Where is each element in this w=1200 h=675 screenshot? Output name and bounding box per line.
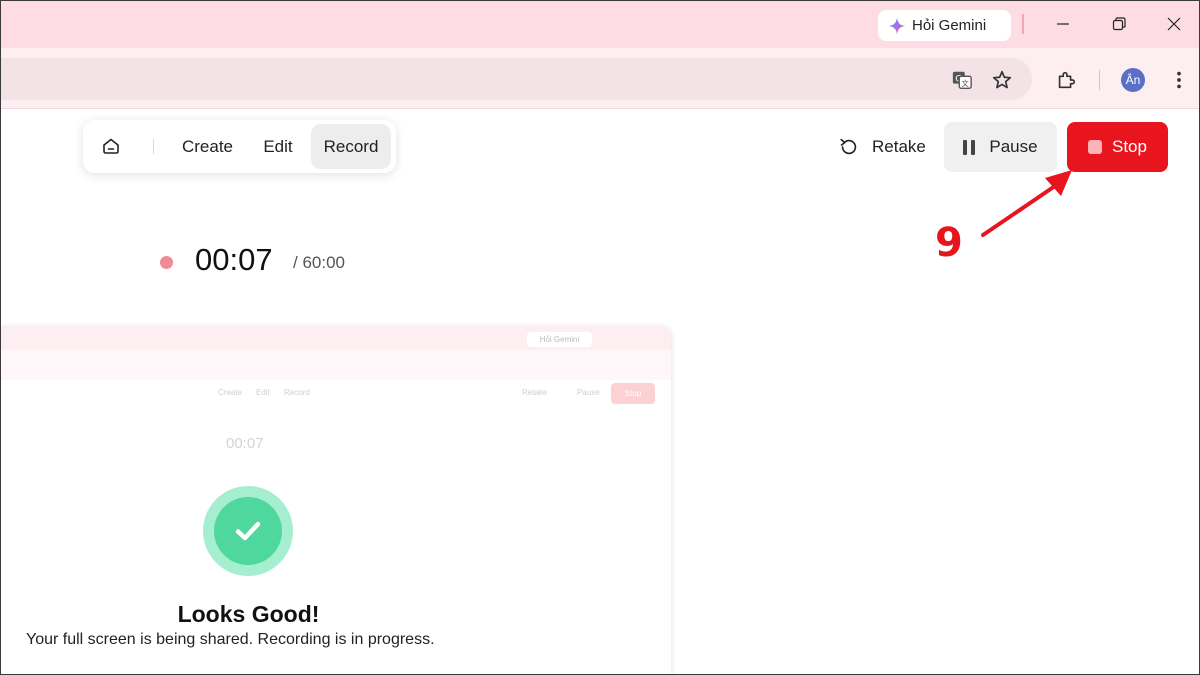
translate-icon: G文: [952, 71, 972, 89]
step-number: 9: [935, 220, 963, 266]
preview-stop: Stop: [611, 383, 655, 404]
profile-avatar[interactable]: Ân: [1121, 68, 1145, 92]
stop-icon: [1088, 140, 1102, 154]
screen-share-preview: Hỏi Gemini Create Edit Record Retake Pau…: [0, 326, 671, 675]
retake-label: Retake: [872, 137, 926, 156]
pause-label: Pause: [989, 137, 1038, 156]
close-icon: [1167, 17, 1181, 31]
svg-text:文: 文: [962, 79, 970, 88]
restore-button[interactable]: [1102, 8, 1136, 40]
extensions-icon: [1058, 71, 1076, 89]
timer-limit: / 60:00: [293, 253, 345, 272]
preview-toolbar: [0, 350, 671, 380]
tab-edit[interactable]: Edit: [254, 124, 302, 169]
preview-gemini-button: Hỏi Gemini: [527, 332, 592, 347]
pause-icon: [963, 139, 976, 155]
star-icon: [992, 70, 1012, 89]
status-message: Your full screen is being shared. Record…: [26, 631, 435, 648]
app-nav: Create Edit Record: [83, 120, 396, 173]
toolbar-divider: [1099, 70, 1100, 90]
preview-nav-create: Create: [218, 388, 243, 397]
preview-titlebar: Hỏi Gemini: [0, 326, 671, 350]
titlebar-divider: [1022, 14, 1024, 34]
preview-nav-edit: Edit: [256, 388, 270, 397]
retake-button[interactable]: Retake: [838, 124, 930, 170]
translate-button[interactable]: G文: [946, 64, 978, 96]
minimize-button[interactable]: [1046, 8, 1080, 40]
browser-toolbar: [0, 48, 1200, 109]
check-icon: [235, 521, 261, 541]
address-bar[interactable]: [0, 58, 1032, 100]
ask-gemini-label: Hỏi Gemini: [912, 17, 987, 34]
browser-menu-button[interactable]: [1163, 64, 1195, 96]
annotation-arrow: [981, 170, 1072, 237]
ask-gemini-button[interactable]: Hỏi Gemini: [878, 10, 1011, 41]
preview-timer: 00:07: [226, 435, 264, 452]
gemini-icon: [888, 17, 906, 34]
elapsed-timer: 00:07: [195, 242, 273, 277]
tab-create[interactable]: Create: [171, 124, 244, 169]
retake-icon: [840, 138, 857, 155]
minimize-icon: [1057, 23, 1069, 25]
recording-indicator: [160, 256, 173, 269]
nav-divider: [153, 139, 154, 154]
home-icon: [103, 138, 119, 154]
preview-pause: Pause: [577, 388, 600, 397]
preview-nav-record: Record: [284, 388, 310, 397]
preview-retake: Retake: [522, 388, 548, 397]
bookmark-button[interactable]: [986, 64, 1018, 96]
status-title: Looks Good!: [177, 601, 320, 627]
close-window-button[interactable]: [1157, 8, 1191, 40]
home-button[interactable]: [97, 132, 125, 160]
stop-label: Stop: [1112, 137, 1147, 156]
more-icon: [1177, 71, 1181, 89]
maximize-icon: [1112, 17, 1126, 31]
extensions-button[interactable]: [1050, 64, 1082, 96]
success-badge: [203, 486, 293, 576]
tab-record[interactable]: Record: [311, 124, 391, 169]
browser-titlebar: Hỏi Gemini: [0, 0, 1200, 48]
